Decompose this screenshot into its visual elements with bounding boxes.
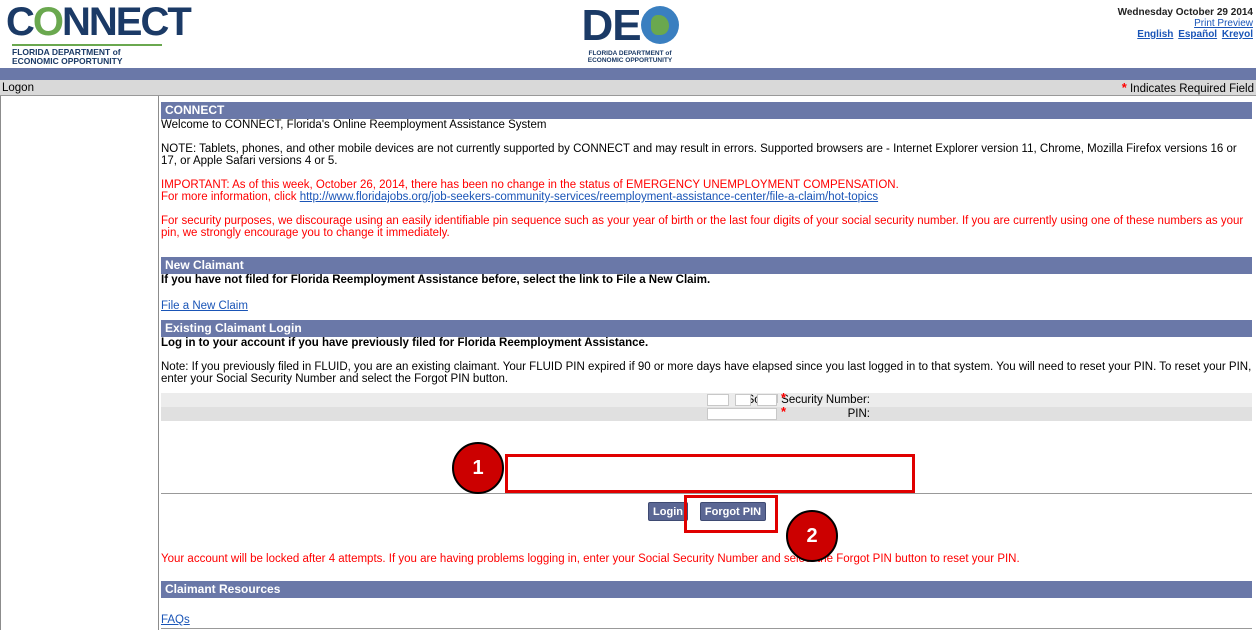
main-content: CONNECT Welcome to CONNECT, Florida's On… [161,102,1252,421]
faqs-link[interactable]: FAQs [161,614,190,626]
left-navigation-column [0,96,159,630]
ssn-field-part-1[interactable] [707,394,729,406]
required-star: * [781,390,787,405]
security-notice: For security purposes, we discourage usi… [161,215,1244,239]
hot-topics-link[interactable]: http://www.floridajobs.org/job-seekers-c… [300,191,878,203]
section-header-new-claimant: New Claimant [161,257,1252,274]
site-header: CONNECT FLORIDA DEPARTMENT of ECONOMIC O… [0,0,1256,68]
browser-support-note: NOTE: Tablets, phones, and other mobile … [161,143,1237,167]
file-new-claim-link[interactable]: File a New Claim [161,300,248,312]
print-preview-link[interactable]: Print Preview [1194,18,1253,29]
important-notice: IMPORTANT: As of this week, October 26, … [161,179,899,191]
language-kreyol-link[interactable]: Kreyol [1222,29,1253,40]
current-date: Wednesday October 29 2014 [1117,7,1253,18]
section-header-connect: CONNECT [161,102,1252,119]
globe-icon [640,6,679,44]
header-band [0,68,1256,80]
ssn-field-part-3[interactable] [757,394,777,406]
callout-badge-1: 1 [452,442,504,494]
language-espanol-link[interactable]: Español [1178,29,1217,40]
pin-field[interactable] [707,408,777,420]
required-field-note: * Indicates Required Field [1121,80,1254,95]
lockout-warning: Your account will be locked after 4 atte… [161,553,1020,565]
fluid-pin-note: Note: If you previously filed in FLUID, … [161,361,1252,385]
ssn-row: Social Security Number: * [161,390,1252,407]
breadcrumb-bar: Logon * Indicates Required Field [0,80,1256,96]
more-info-line: For more information, click http://www.f… [161,191,879,203]
new-claimant-instruction: If you have not filed for Florida Reempl… [161,274,711,286]
welcome-text: Welcome to CONNECT, Florida's Online Ree… [161,119,547,131]
pin-label: PIN: [847,408,870,420]
ssn-field-part-2[interactable] [735,394,751,406]
login-button[interactable]: Login [648,502,688,521]
connect-logo: CONNECT FLORIDA DEPARTMENT of ECONOMIC O… [6,0,192,66]
form-divider [161,493,1252,494]
callout-badge-2: 2 [786,510,838,562]
section-header-claimant-resources: Claimant Resources [161,581,1252,598]
callout-box-login-fields [505,454,915,493]
existing-claimant-instruction: Log in to your account if you have previ… [161,337,649,349]
login-form: Social Security Number: * PIN: * [161,390,1252,421]
pin-row: PIN: * [161,404,1252,421]
bottom-divider [161,628,1252,629]
deo-logo: DE FLORIDA DEPARTMENT of ECONOMIC OPPORT… [570,4,690,64]
language-english-link[interactable]: English [1137,29,1173,40]
callout-box-forgot-pin [684,495,778,533]
breadcrumb: Logon [2,82,34,94]
required-star: * [781,404,787,419]
section-header-existing-claimant: Existing Claimant Login [161,320,1252,337]
